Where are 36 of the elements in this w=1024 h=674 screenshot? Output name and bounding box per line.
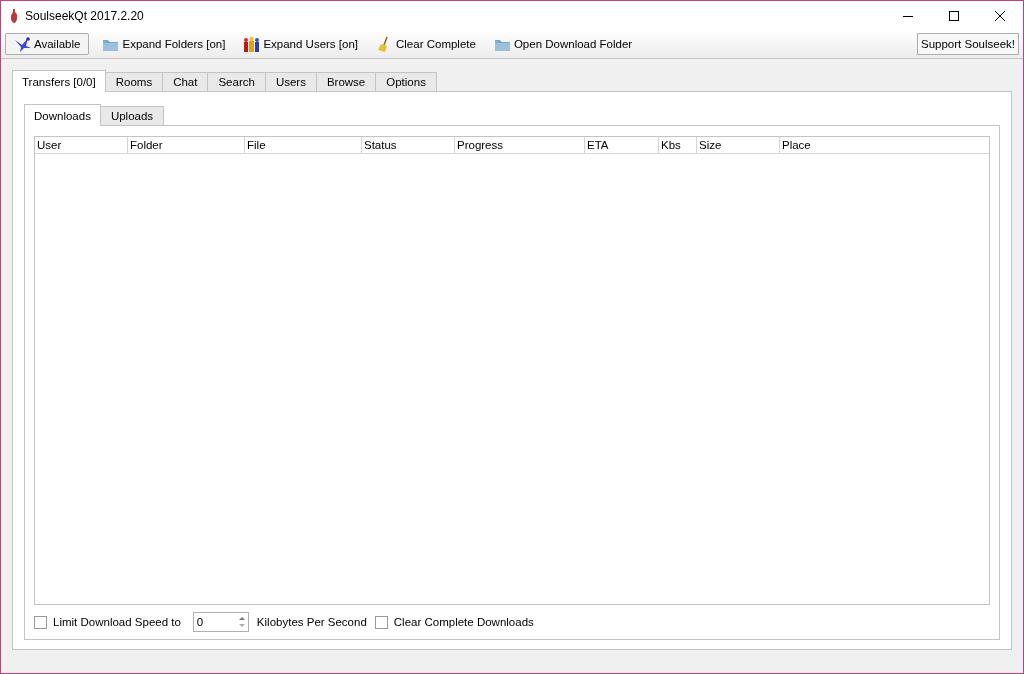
tab[interactable]: Users xyxy=(264,72,317,91)
column-header[interactable]: ETA xyxy=(585,137,659,153)
column-header[interactable]: Place xyxy=(780,137,989,153)
speed-spinbox[interactable]: 0 xyxy=(192,612,249,632)
tab[interactable]: Uploads xyxy=(99,106,165,125)
window-title: SoulseekQt 2017.2.20 xyxy=(25,8,144,23)
unit-label: Kilobytes Per Second xyxy=(256,616,367,628)
column-header[interactable]: Size xyxy=(697,137,780,153)
close-icon xyxy=(995,10,1005,21)
toolbar-button[interactable]: Expand Users [on] xyxy=(238,33,363,55)
maximize-icon xyxy=(949,10,959,21)
checkbox[interactable] xyxy=(374,615,388,629)
column-header[interactable]: File xyxy=(245,137,362,153)
tab[interactable]: Downloads xyxy=(24,104,101,126)
bird-icon xyxy=(14,35,31,53)
column-header[interactable]: User xyxy=(35,137,128,153)
tab[interactable]: Rooms xyxy=(104,72,164,91)
checkbox-label: Limit Download Speed to xyxy=(53,616,181,628)
toolbar-button[interactable]: Clear Complete xyxy=(371,33,481,55)
toolbar-button[interactable]: Expand Folders [on] xyxy=(97,33,231,55)
column-header[interactable]: Folder xyxy=(128,137,245,153)
checkbox-label: Clear Complete Downloads xyxy=(393,616,534,628)
support-button[interactable]: Support Soulseek! xyxy=(917,33,1019,55)
checkbox[interactable] xyxy=(34,615,47,629)
column-header[interactable]: Status xyxy=(362,137,455,153)
column-header[interactable]: Kbs xyxy=(659,137,697,153)
column-header[interactable]: Progress xyxy=(455,137,585,153)
status-button[interactable]: Available xyxy=(5,33,90,55)
tab[interactable]: Options xyxy=(375,72,437,91)
app-icon xyxy=(9,7,19,24)
tab[interactable]: Browse xyxy=(315,72,377,91)
users-icon xyxy=(243,35,261,53)
tab[interactable]: Transfers [0/0] xyxy=(12,70,106,92)
toolbar-button[interactable]: Open Download Folder xyxy=(488,33,638,55)
tab[interactable]: Chat xyxy=(162,72,209,91)
tab[interactable]: Search xyxy=(207,72,266,91)
